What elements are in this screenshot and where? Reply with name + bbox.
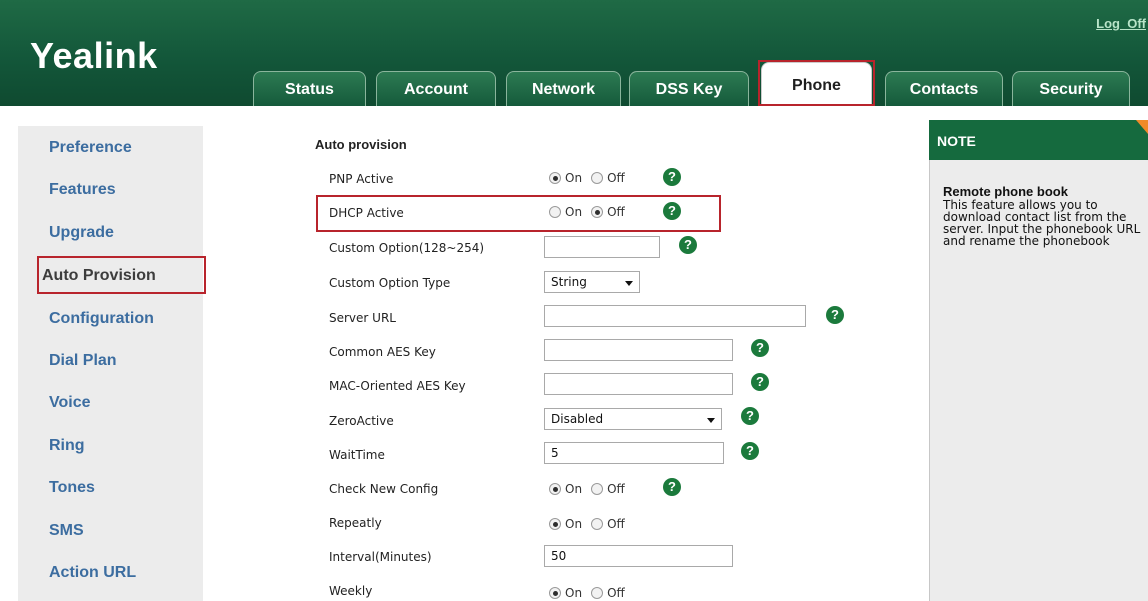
check-new-config-radio-group: On Off	[549, 482, 630, 496]
section-title: Auto provision	[315, 137, 407, 152]
radio-on-label: On	[565, 517, 583, 531]
server-url-input[interactable]	[544, 305, 806, 327]
custom-option-type-label: Custom Option Type	[329, 276, 451, 290]
weekly-radio-group: On Off	[549, 586, 630, 600]
radio-on-label: On	[565, 586, 583, 600]
tab-status[interactable]: Status	[253, 71, 366, 106]
web-admin-page: Yealink Log_Off Status Account Network D…	[0, 0, 1148, 601]
pnp-active-on-radio[interactable]	[549, 172, 561, 184]
tab-security[interactable]: Security	[1012, 71, 1130, 106]
zero-active-value: Disabled	[551, 412, 604, 426]
wait-time-input[interactable]: 5	[544, 442, 724, 464]
check-new-config-off-radio[interactable]	[591, 483, 604, 495]
custom-option-type-value: String	[551, 275, 587, 289]
dhcp-active-on-radio[interactable]	[549, 206, 561, 218]
dhcp-active-off-radio[interactable]	[591, 206, 604, 218]
tab-network[interactable]: Network	[506, 71, 621, 106]
radio-off-label: Off	[607, 586, 625, 600]
radio-off-label: Off	[607, 171, 625, 185]
check-new-config-help-icon[interactable]: ?	[663, 478, 681, 496]
sidebar-item-upgrade[interactable]: Upgrade	[49, 224, 114, 242]
mac-aes-help-icon[interactable]: ?	[751, 373, 769, 391]
common-aes-key-input[interactable]	[544, 339, 733, 361]
sidebar-item-features[interactable]: Features	[49, 181, 116, 199]
interval-label: Interval(Minutes)	[329, 550, 432, 564]
zero-active-select[interactable]: Disabled	[544, 408, 722, 430]
tab-account[interactable]: Account	[376, 71, 496, 106]
sidebar-item-sms[interactable]: SMS	[49, 522, 84, 540]
note-body: This feature allows you to download cont…	[943, 198, 1141, 248]
sidebar-item-configuration[interactable]: Configuration	[49, 310, 154, 328]
weekly-on-radio[interactable]	[549, 587, 561, 599]
radio-on-label: On	[565, 205, 583, 219]
tab-phone[interactable]: Phone	[761, 62, 872, 106]
pnp-help-icon[interactable]: ?	[663, 168, 681, 186]
repeatly-radio-group: On Off	[549, 517, 630, 531]
wait-time-help-icon[interactable]: ?	[741, 442, 759, 460]
top-tabs: Status Account Network DSS Key Phone Con…	[0, 0, 1148, 106]
sidebar-item-ring[interactable]: Ring	[49, 437, 85, 455]
sidebar-item-action-url[interactable]: Action URL	[49, 564, 136, 582]
note-corner-flag-icon	[1136, 120, 1148, 134]
radio-on-label: On	[565, 482, 583, 496]
repeatly-on-radio[interactable]	[549, 518, 561, 530]
check-new-config-on-radio[interactable]	[549, 483, 561, 495]
repeatly-off-radio[interactable]	[591, 518, 604, 530]
radio-off-label: Off	[607, 517, 625, 531]
note-title: Remote phone book	[943, 184, 1068, 199]
dhcp-active-label: DHCP Active	[329, 206, 404, 220]
tab-dss-key[interactable]: DSS Key	[629, 71, 749, 106]
sidebar-item-auto-provision[interactable]: Auto Provision	[42, 267, 156, 285]
custom-option-label: Custom Option(128~254)	[329, 241, 485, 255]
zero-active-help-icon[interactable]: ?	[741, 407, 759, 425]
zero-active-label: ZeroActive	[329, 414, 394, 428]
radio-on-label: On	[565, 171, 583, 185]
note-header: NOTE	[929, 120, 1148, 160]
sidebar-item-dial-plan[interactable]: Dial Plan	[49, 352, 117, 370]
server-url-label: Server URL	[329, 311, 396, 325]
interval-input[interactable]: 50	[544, 545, 733, 567]
chevron-down-icon	[625, 281, 633, 286]
weekly-label: Weekly	[329, 584, 373, 598]
custom-option-type-select[interactable]: String	[544, 271, 640, 293]
chevron-down-icon	[707, 418, 715, 423]
radio-off-label: Off	[607, 482, 625, 496]
wait-time-label: WaitTime	[329, 448, 385, 462]
custom-option-input[interactable]	[544, 236, 660, 258]
sidebar-item-voice[interactable]: Voice	[49, 394, 91, 412]
sidebar-item-tones[interactable]: Tones	[49, 479, 95, 497]
mac-aes-key-input[interactable]	[544, 373, 733, 395]
dhcp-active-radio-group: On Off	[549, 205, 630, 219]
dhcp-help-icon[interactable]: ?	[663, 202, 681, 220]
custom-option-help-icon[interactable]: ?	[679, 236, 697, 254]
common-aes-help-icon[interactable]: ?	[751, 339, 769, 357]
server-url-help-icon[interactable]: ?	[826, 306, 844, 324]
radio-off-label: Off	[607, 205, 625, 219]
sidebar-item-preference[interactable]: Preference	[49, 139, 132, 157]
pnp-active-off-radio[interactable]	[591, 172, 604, 184]
weekly-off-radio[interactable]	[591, 587, 604, 599]
mac-aes-key-label: MAC-Oriented AES Key	[329, 379, 466, 393]
repeatly-label: Repeatly	[329, 516, 382, 530]
pnp-active-radio-group: On Off	[549, 171, 630, 185]
common-aes-key-label: Common AES Key	[329, 345, 436, 359]
check-new-config-label: Check New Config	[329, 482, 439, 496]
tab-contacts[interactable]: Contacts	[885, 71, 1003, 106]
pnp-active-label: PNP Active	[329, 172, 394, 186]
